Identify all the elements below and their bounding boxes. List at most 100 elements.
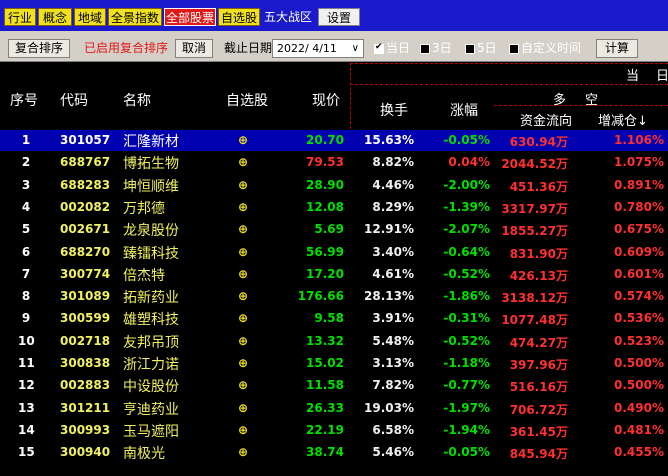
table-row[interactable]: 15 300940 南极光 ⊕ 38.74 5.46% -0.05% 845.94万 0.455… (0, 442, 668, 463)
current-price: 5.69 (314, 222, 344, 237)
custom-time-checkbox[interactable] (509, 44, 519, 54)
stock-code: 688767 (60, 155, 111, 170)
header-divider (350, 63, 351, 129)
current-price: 12.08 (306, 199, 344, 214)
add-watchlist-icon[interactable]: ⊕ (238, 200, 248, 214)
stock-code: 688283 (60, 177, 111, 192)
stock-code: 002883 (60, 378, 111, 393)
col-header-name[interactable]: 名称 (123, 90, 151, 110)
add-watchlist-icon[interactable]: ⊕ (238, 222, 248, 236)
add-watchlist-icon[interactable]: ⊕ (238, 401, 248, 415)
table-row[interactable]: 6 688270 臻镭科技 ⊕ 56.99 3.40% -0.64% 831.90万 0.609… (0, 242, 668, 263)
add-watchlist-icon[interactable]: ⊕ (238, 378, 248, 392)
position-change: 0.609% (614, 244, 664, 259)
row-index: 3 (21, 177, 31, 192)
stock-code: 300774 (60, 266, 111, 281)
current-price: 20.70 (306, 133, 344, 147)
change-percent: -2.00% (443, 177, 490, 192)
table-row[interactable]: 1 301057 汇隆新材 ⊕ 20.70 15.63% -0.05% 630.94万 1.10… (0, 130, 668, 151)
table-row[interactable]: 7 300774 倍杰特 ⊕ 17.20 4.61% -0.52% 426.13万 0.601% (0, 264, 668, 285)
position-change: 1.106% (614, 133, 664, 147)
3day-checkbox[interactable] (420, 44, 430, 54)
turnover-rate: 5.46% (372, 445, 414, 460)
turnover-rate: 3.13% (372, 356, 414, 370)
fund-flow: 1855.27万 (501, 224, 568, 239)
5day-checkbox[interactable] (465, 44, 475, 54)
tab-watchlist[interactable]: 自选股 (218, 8, 260, 26)
turnover-rate: 5.48% (372, 333, 414, 348)
add-watchlist-icon[interactable]: ⊕ (238, 178, 248, 192)
table-row[interactable]: 2 688767 博拓生物 ⊕ 79.53 8.82% 0.04% 2044.52万 1.075… (0, 152, 668, 173)
add-watchlist-icon[interactable]: ⊕ (238, 334, 248, 348)
add-watchlist-icon[interactable]: ⊕ (238, 445, 248, 459)
cancel-button[interactable]: 取消 (175, 39, 213, 58)
tab-industry[interactable]: 行业 (4, 8, 36, 26)
current-price: 56.99 (306, 244, 344, 259)
fund-flow: 451.36万 (509, 179, 568, 194)
stock-name: 臻镭科技 (123, 245, 179, 262)
add-watchlist-icon[interactable]: ⊕ (238, 245, 248, 259)
date-picker[interactable]: 2022/ 4/11 ∨ (272, 39, 364, 58)
col-header-fund-flow[interactable]: 资金流向 (520, 110, 572, 129)
table-row[interactable]: 11 300838 浙江力诺 ⊕ 15.02 3.13% -1.18% 397.96万 0.50… (0, 353, 668, 374)
add-watchlist-icon[interactable]: ⊕ (238, 289, 248, 303)
turnover-rate: 12.91% (364, 222, 414, 237)
tab-all-stocks[interactable]: 全部股票 (164, 8, 216, 26)
settings-button[interactable]: 设置 (318, 8, 360, 26)
add-watchlist-icon[interactable]: ⊕ (238, 356, 248, 370)
tab-region[interactable]: 地域 (74, 8, 106, 26)
fund-flow: 1077.48万 (501, 313, 568, 328)
table-row[interactable]: 4 002082 万邦德 ⊕ 12.08 8.29% -1.39% 3317.97万 0.780… (0, 197, 668, 218)
col-header-change[interactable]: 涨幅 (450, 100, 478, 120)
table-row[interactable]: 13 301211 亨迪药业 ⊕ 26.33 19.03% -1.97% 706.72万 0.4… (0, 398, 668, 419)
tab-panorama-index[interactable]: 全景指数 (108, 8, 162, 26)
stock-name: 倍杰特 (123, 267, 165, 284)
add-watchlist-icon[interactable]: ⊕ (238, 423, 248, 437)
col-header-watchlist[interactable]: 自选股 (226, 90, 268, 110)
today-label: 当日 (386, 41, 411, 55)
col-header-price[interactable]: 现价 (312, 90, 340, 110)
composite-sort-button[interactable]: 复合排序 (8, 39, 70, 58)
calculate-button[interactable]: 计算 (596, 39, 638, 58)
stock-code: 002671 (60, 222, 111, 237)
col-header-code[interactable]: 代码 (60, 90, 88, 110)
table-row[interactable]: 10 002718 友邦吊顶 ⊕ 13.32 5.48% -0.52% 474.27万 0.52… (0, 331, 668, 352)
change-percent: -1.94% (443, 422, 490, 437)
today-checkbox[interactable] (374, 42, 384, 54)
header-divider (350, 84, 668, 85)
row-index: 8 (21, 289, 31, 304)
table-row[interactable]: 5 002671 龙泉股份 ⊕ 5.69 12.91% -2.07% 1855.27万 0.67… (0, 219, 668, 240)
change-percent: -0.64% (443, 244, 490, 259)
col-header-turnover[interactable]: 换手 (380, 100, 408, 120)
add-watchlist-icon[interactable]: ⊕ (238, 133, 248, 147)
table-row[interactable]: 9 300599 雄塑科技 ⊕ 9.58 3.91% -0.31% 1077.48万 0.536… (0, 308, 668, 329)
position-change: 0.490% (614, 400, 664, 415)
table-row[interactable]: 14 300993 玉马遮阳 ⊕ 22.19 6.58% -1.94% 361.45万 0.48… (0, 420, 668, 441)
tab-concept[interactable]: 概念 (38, 8, 72, 26)
table-row[interactable]: 3 688283 坤恒顺维 ⊕ 28.90 4.46% -2.00% 451.36万 0.891… (0, 175, 668, 196)
add-watchlist-icon[interactable]: ⊕ (238, 267, 248, 281)
add-watchlist-icon[interactable]: ⊕ (238, 311, 248, 325)
tab-five-zones[interactable]: 五大战区 (262, 8, 314, 26)
current-price: 22.19 (306, 422, 344, 437)
5day-label: 5日 (477, 41, 497, 55)
current-price: 79.53 (306, 155, 344, 170)
position-change: 0.481% (614, 422, 664, 437)
turnover-rate: 15.63% (364, 133, 414, 147)
change-percent: -0.05% (443, 133, 490, 147)
fund-flow: 3138.12万 (501, 291, 568, 306)
table-row[interactable]: 8 301089 拓新药业 ⊕ 176.66 28.13% -1.86% 3138.12万 0.… (0, 286, 668, 307)
row-index: 4 (21, 199, 31, 214)
row-index: 6 (21, 244, 31, 259)
col-header-position-change[interactable]: 增减仓↓ (598, 110, 648, 129)
toolbar: 复合排序 已启用复合排序 取消 截止日期 2022/ 4/11 ∨ 当日 3日 … (0, 31, 668, 62)
stock-name: 雄塑科技 (123, 312, 179, 329)
stock-code: 002718 (60, 333, 111, 348)
row-index: 12 (18, 378, 35, 393)
add-watchlist-icon[interactable]: ⊕ (238, 155, 248, 169)
position-change: 0.601% (614, 266, 664, 281)
table-row[interactable]: 12 002883 中设股份 ⊕ 11.58 7.82% -0.77% 516.16万 0.50… (0, 375, 668, 396)
date-label: 截止日期 (224, 41, 273, 55)
position-change: 0.523% (614, 333, 664, 348)
col-header-index[interactable]: 序号 (10, 90, 38, 110)
